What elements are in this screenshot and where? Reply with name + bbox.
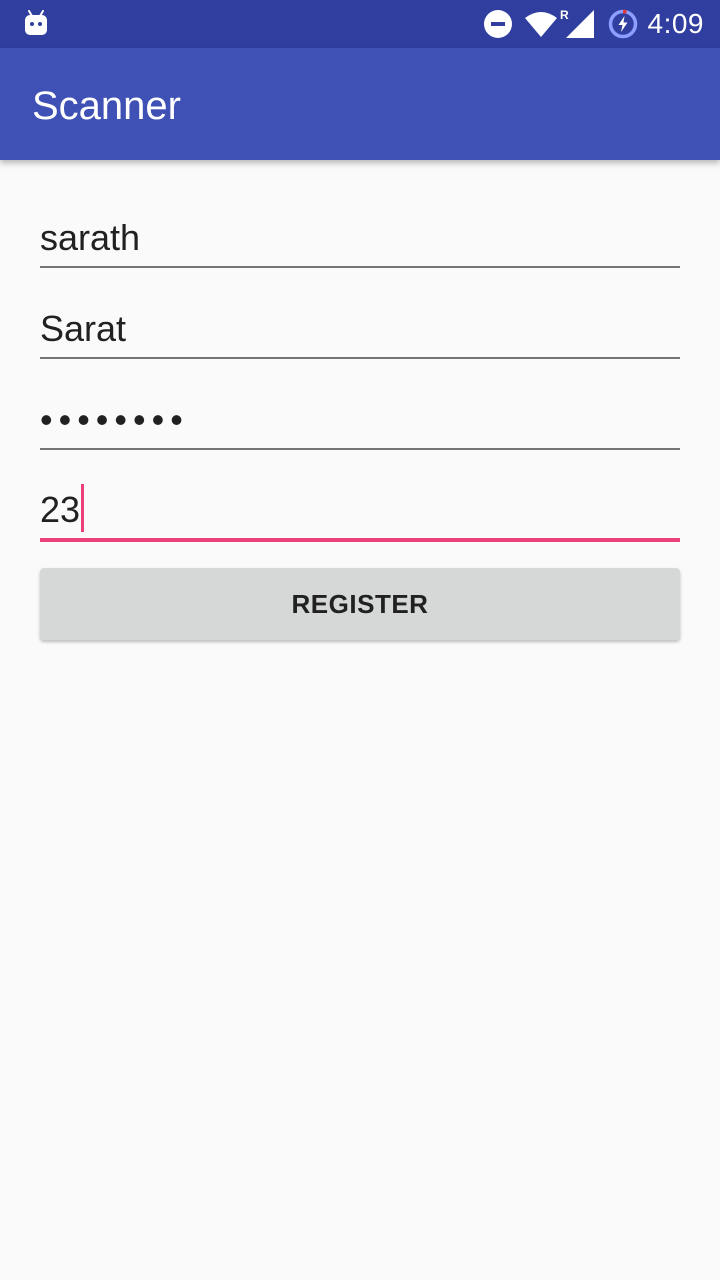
text-cursor [81, 484, 85, 532]
name-value: Sarat [40, 308, 127, 349]
app-bar: Scanner [0, 48, 720, 160]
app-title: Scanner [32, 84, 181, 128]
battery-charging-icon [608, 9, 638, 39]
register-button[interactable]: REGISTER [40, 568, 680, 640]
status-clock: 4:09 [647, 8, 704, 39]
roaming-label: R [560, 8, 569, 22]
password-field[interactable]: •••••••• [40, 388, 680, 450]
status-icons: R 4:09 [483, 0, 705, 48]
wifi-icon [524, 10, 558, 38]
status-bar: R 4:09 [0, 0, 720, 48]
android-icon [24, 10, 48, 36]
username-value: sarath [40, 217, 141, 258]
username-field[interactable]: sarath [40, 206, 680, 268]
age-value-wrap: 23 [40, 484, 85, 532]
age-field[interactable]: 23 [40, 478, 680, 542]
roaming-signal-icon: R [560, 8, 596, 40]
dnd-icon [483, 10, 512, 38]
age-value: 23 [40, 489, 81, 530]
name-field[interactable]: Sarat [40, 297, 680, 359]
password-value: •••••••• [40, 399, 189, 440]
